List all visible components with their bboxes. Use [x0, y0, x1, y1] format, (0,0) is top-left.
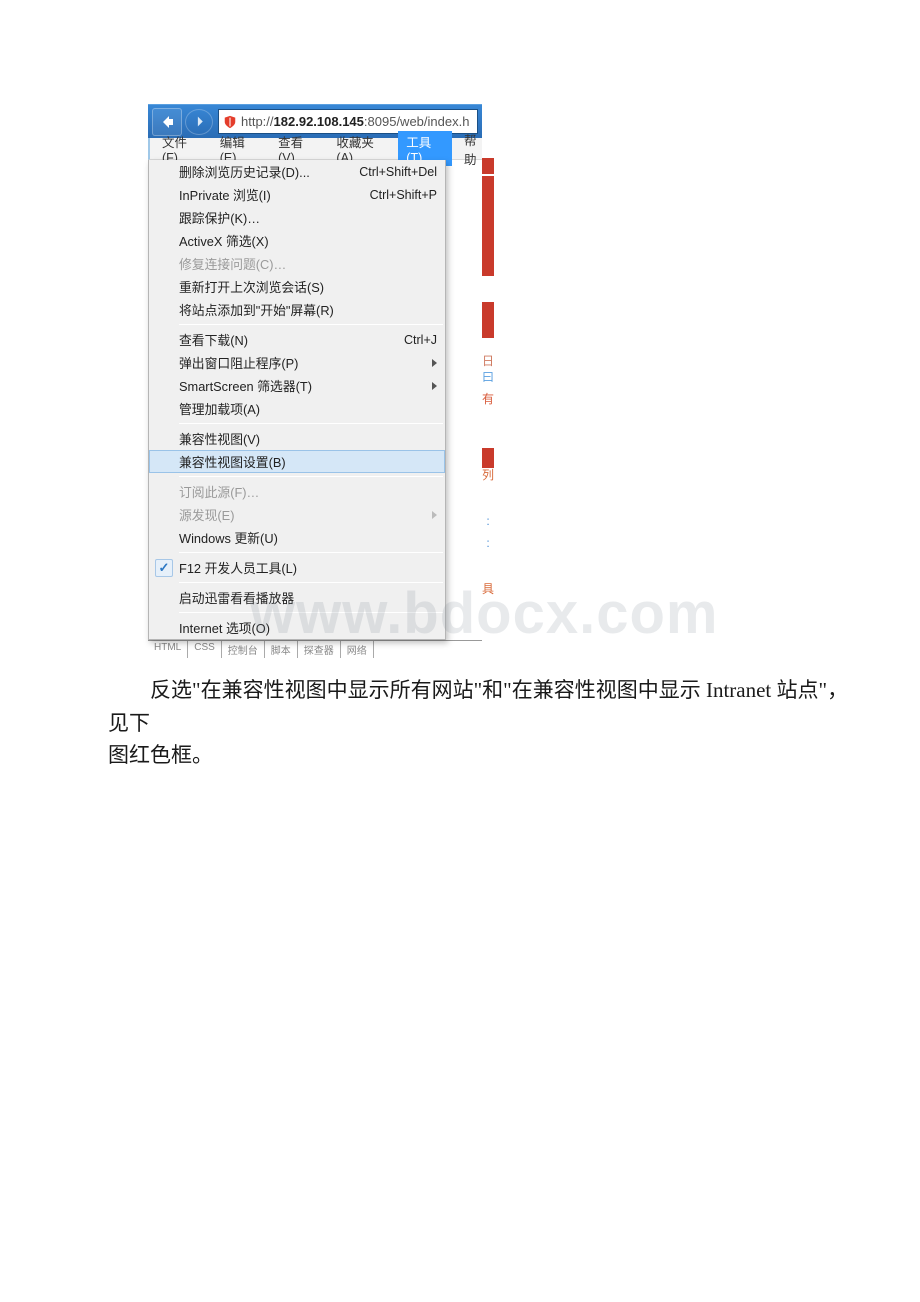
- devtab[interactable]: 脚本: [265, 641, 298, 658]
- label: 弹出窗口阻止程序(P): [179, 353, 426, 372]
- menu-xunlei-player[interactable]: 启动迅雷看看播放器: [149, 586, 445, 609]
- menu-delete-history[interactable]: 删除浏览历史记录(D)... Ctrl+Shift+Del: [149, 160, 445, 183]
- submenu-arrow-icon: [432, 511, 437, 519]
- label: 兼容性视图(V): [179, 429, 437, 448]
- label: 跟踪保护(K)…: [179, 208, 437, 227]
- caption-line1: 反选"在兼容性视图中显示所有网站"和"在兼容性视图中显示 Intranet 站点…: [108, 674, 850, 739]
- shortcut: Ctrl+J: [404, 333, 437, 347]
- tools-dropdown: 删除浏览历史记录(D)... Ctrl+Shift+Del InPrivate …: [148, 160, 446, 640]
- separator: [179, 582, 443, 583]
- menu-internet-options[interactable]: Internet 选项(O): [149, 616, 445, 639]
- label: 兼容性视图设置(B): [179, 452, 436, 471]
- label: 将站点添加到"开始"屏幕(R): [179, 300, 437, 319]
- menu-help[interactable]: 帮助: [456, 129, 478, 169]
- devtab[interactable]: HTML: [148, 641, 188, 658]
- devtab[interactable]: 网络: [341, 641, 374, 658]
- menu-inprivate[interactable]: InPrivate 浏览(I) Ctrl+Shift+P: [149, 183, 445, 206]
- shortcut: Ctrl+Shift+Del: [359, 165, 437, 179]
- shortcut: Ctrl+Shift+P: [370, 188, 437, 202]
- menu-bar: 文件(F) 编辑(E) 查看(V) 收藏夹(A) 工具(T) 帮助: [148, 138, 482, 160]
- separator: [179, 423, 443, 424]
- menu-windows-update[interactable]: Windows 更新(U): [149, 526, 445, 549]
- devtab[interactable]: CSS: [188, 641, 222, 658]
- devtools-tab-strip: HTML CSS 控制台 脚本 探查器 网络: [148, 640, 482, 658]
- label: 管理加载项(A): [179, 399, 437, 418]
- menu-add-to-start[interactable]: 将站点添加到"开始"屏幕(R): [149, 298, 445, 321]
- label: 重新打开上次浏览会话(S): [179, 277, 437, 296]
- ie-browser-screenshot: http://182.92.108.145:8095/web/index.h 文…: [148, 104, 482, 658]
- label: 源发现(E): [179, 505, 426, 524]
- menu-f12-devtools[interactable]: ✓ F12 开发人员工具(L): [149, 556, 445, 579]
- site-shield-icon: [222, 114, 237, 129]
- separator: [179, 552, 443, 553]
- url-text: http://182.92.108.145:8095/web/index.h: [241, 114, 469, 129]
- caption-text: 反选"在兼容性视图中显示所有网站"和"在兼容性视图中显示 Intranet 站点…: [108, 674, 920, 772]
- label: 订阅此源(F)…: [179, 482, 437, 501]
- label: 查看下载(N): [179, 330, 398, 349]
- separator: [179, 476, 443, 477]
- label: 删除浏览历史记录(D)...: [179, 162, 353, 181]
- menu-feed-discovery: 源发现(E): [149, 503, 445, 526]
- label: Windows 更新(U): [179, 528, 437, 547]
- check-icon: ✓: [155, 559, 173, 577]
- menu-smartscreen[interactable]: SmartScreen 筛选器(T): [149, 374, 445, 397]
- submenu-arrow-icon: [432, 382, 437, 390]
- devtab[interactable]: 探查器: [298, 641, 341, 658]
- label: InPrivate 浏览(I): [179, 185, 364, 204]
- menu-activex-filter[interactable]: ActiveX 筛选(X): [149, 229, 445, 252]
- background-page-strip: 日 曰 有 列 : : 具: [482, 158, 494, 698]
- caption-line2: 图红色框。: [108, 739, 850, 772]
- menu-compat-view[interactable]: 兼容性视图(V): [149, 427, 445, 450]
- label: F12 开发人员工具(L): [179, 558, 437, 577]
- menu-compat-view-settings[interactable]: 兼容性视图设置(B): [149, 450, 445, 473]
- label: SmartScreen 筛选器(T): [179, 376, 426, 395]
- back-arrow-icon: [159, 114, 175, 130]
- menu-reopen-session[interactable]: 重新打开上次浏览会话(S): [149, 275, 445, 298]
- label: 启动迅雷看看播放器: [179, 588, 437, 607]
- menu-popup-blocker[interactable]: 弹出窗口阻止程序(P): [149, 351, 445, 374]
- menu-subscribe-feed: 订阅此源(F)…: [149, 480, 445, 503]
- submenu-arrow-icon: [432, 359, 437, 367]
- menu-manage-addons[interactable]: 管理加载项(A): [149, 397, 445, 420]
- label: Internet 选项(O): [179, 618, 437, 637]
- label: ActiveX 筛选(X): [179, 231, 437, 250]
- menu-tracking-protection[interactable]: 跟踪保护(K)…: [149, 206, 445, 229]
- forward-arrow-icon: [193, 115, 206, 128]
- menu-fix-connection: 修复连接问题(C)…: [149, 252, 445, 275]
- separator: [179, 612, 443, 613]
- label: 修复连接问题(C)…: [179, 254, 437, 273]
- devtab[interactable]: 控制台: [222, 641, 265, 658]
- separator: [179, 324, 443, 325]
- menu-view-downloads[interactable]: 查看下载(N) Ctrl+J: [149, 328, 445, 351]
